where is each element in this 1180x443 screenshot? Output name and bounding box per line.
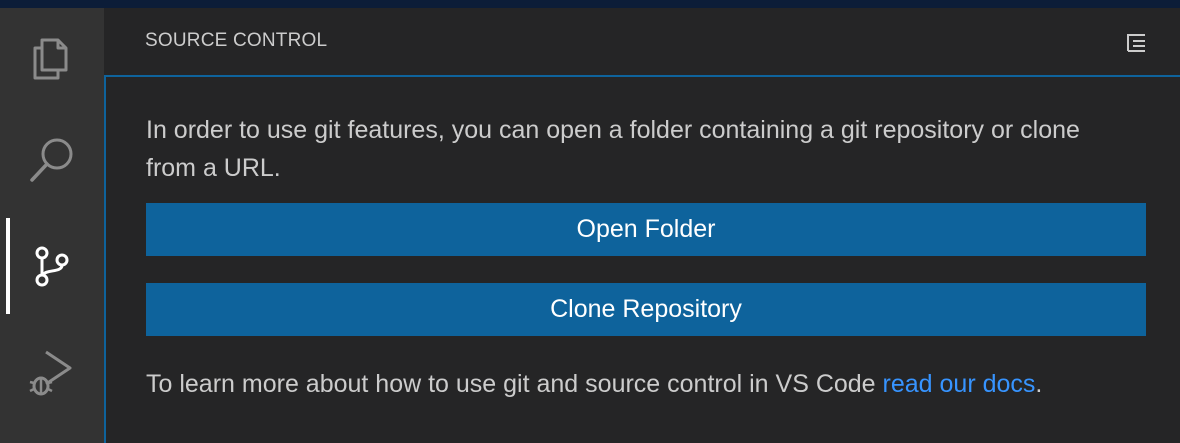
run-debug-icon <box>29 350 72 396</box>
source-control-welcome: In order to use git features, you can op… <box>104 75 1180 443</box>
activity-item-source-control[interactable] <box>0 218 104 314</box>
files-icon <box>33 38 68 80</box>
activity-item-run-debug[interactable] <box>0 324 104 420</box>
read-docs-link[interactable]: read our docs <box>883 370 1036 398</box>
source-control-sidebar: SOURCE CONTROL In order to use git featu… <box>104 8 1180 443</box>
view-as-tree-button[interactable] <box>1122 29 1150 57</box>
docs-message: To learn more about how to use git and s… <box>146 365 1042 403</box>
search-icon <box>30 138 73 182</box>
docs-suffix: . <box>1035 370 1043 398</box>
activity-bar <box>0 8 104 443</box>
clone-repository-button[interactable]: Clone Repository <box>146 283 1146 336</box>
docs-prefix: To learn more about how to use git and s… <box>146 370 883 398</box>
activity-item-explorer[interactable] <box>0 8 104 104</box>
source-control-icon <box>35 246 69 287</box>
open-folder-button[interactable]: Open Folder <box>146 203 1146 256</box>
welcome-message: In order to use git features, you can op… <box>146 116 1080 182</box>
vscode-window: SOURCE CONTROL In order to use git featu… <box>0 0 1180 443</box>
sidebar-title: SOURCE CONTROL <box>145 30 328 51</box>
sidebar-header: SOURCE CONTROL <box>104 8 1180 76</box>
activity-item-search[interactable] <box>0 112 104 208</box>
view-as-tree-icon <box>1127 34 1145 52</box>
